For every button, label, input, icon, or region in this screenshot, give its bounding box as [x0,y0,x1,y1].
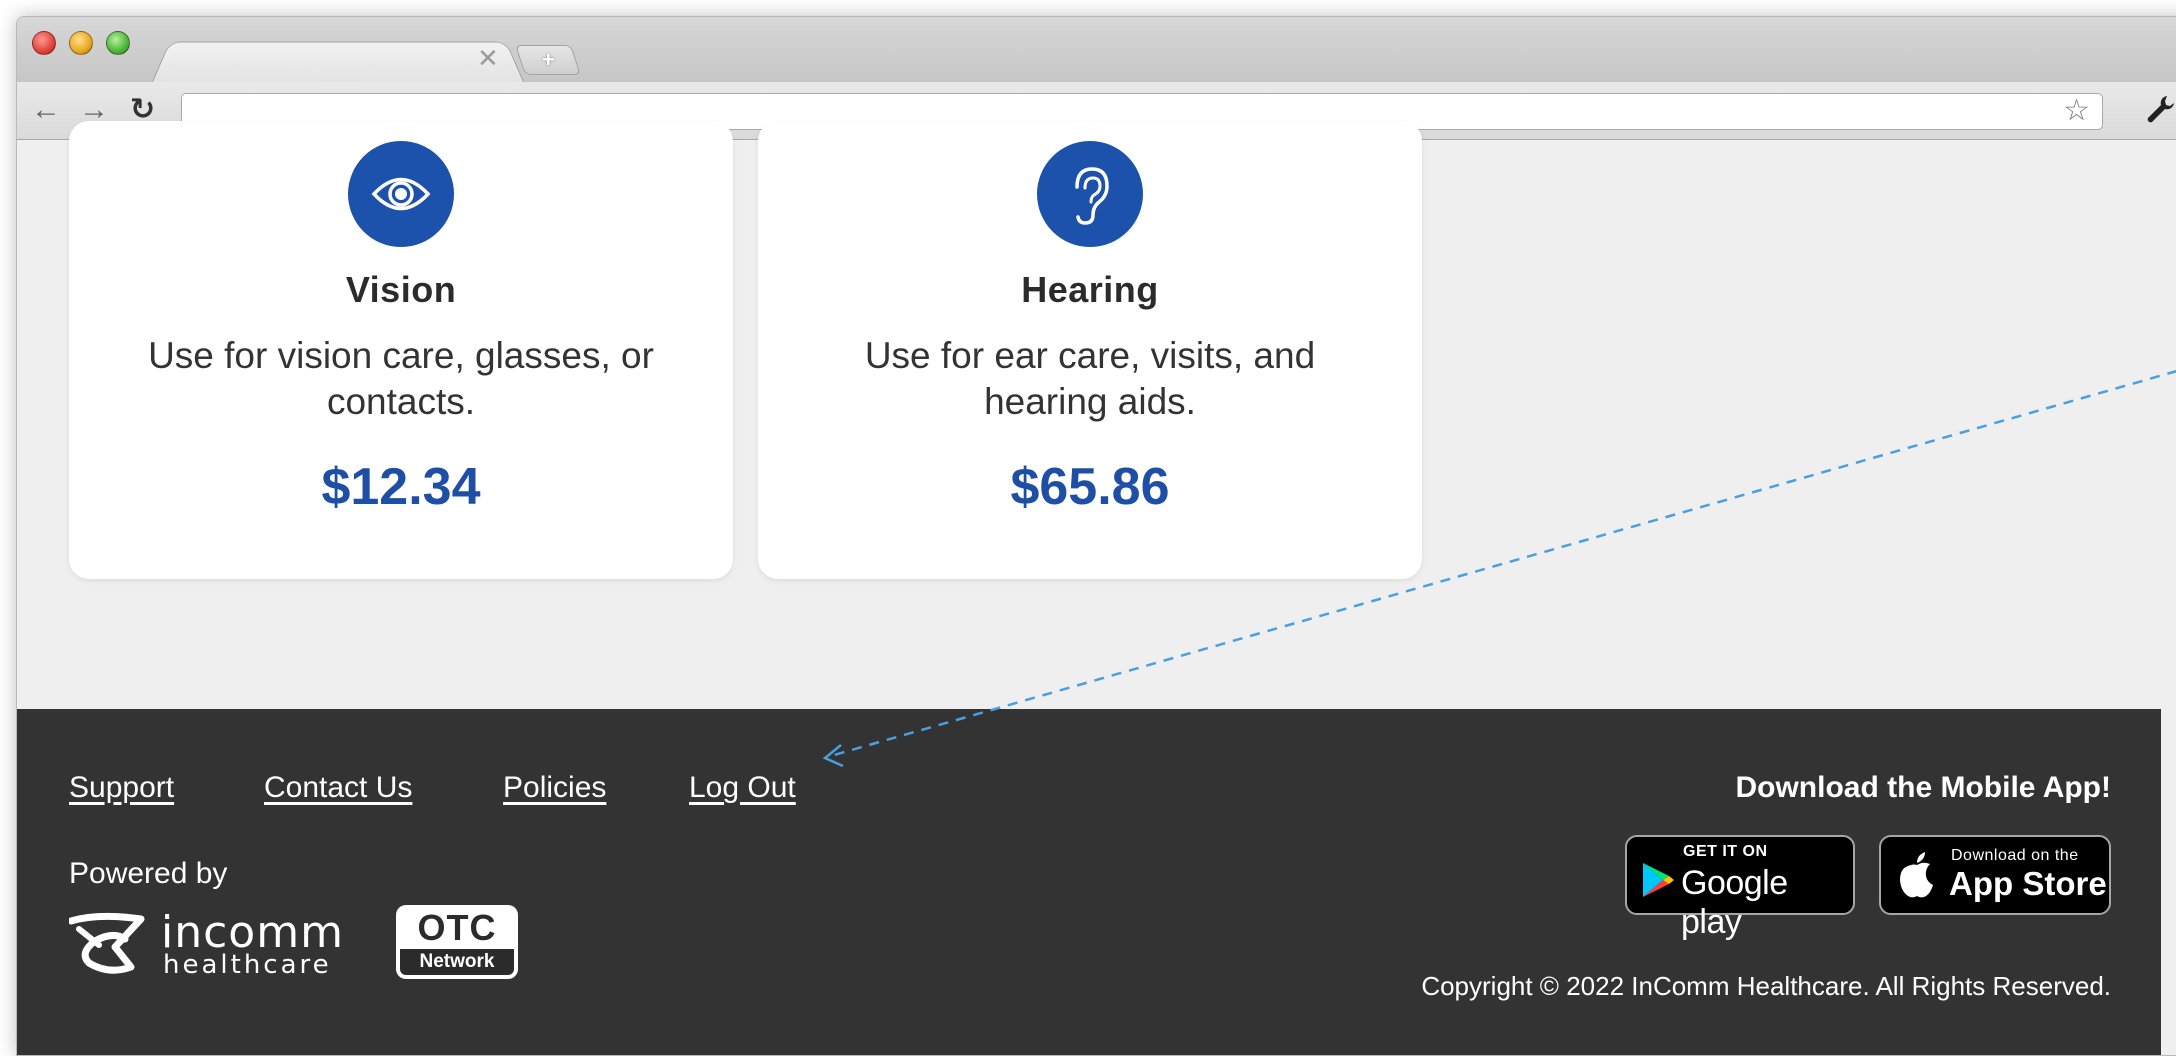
browser-window: ✕ + ← → ↻ ☆ Vision Use for vision care, … [16,16,2176,1056]
annotation-arrow [822,369,2176,768]
